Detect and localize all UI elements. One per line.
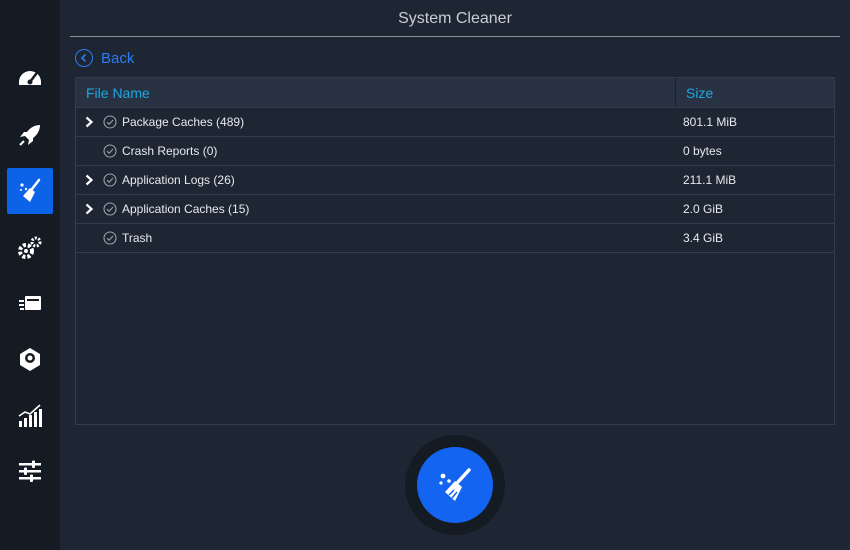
row-name: Trash <box>122 231 153 245</box>
clean-button[interactable] <box>417 447 493 523</box>
file-table: File Name Size Package Caches (489) 801.… <box>75 77 835 425</box>
sidebar-item-uninstaller[interactable] <box>7 336 53 382</box>
row-size: 801.1 MiB <box>683 115 738 129</box>
check-circle-icon[interactable] <box>103 202 117 216</box>
sidebar-item-services[interactable] <box>7 225 53 271</box>
sidebar-item-processes[interactable] <box>7 281 53 327</box>
back-button[interactable]: Back <box>75 47 134 69</box>
startup-rocket-icon <box>19 125 40 146</box>
expand-chevron-icon[interactable] <box>82 115 96 129</box>
column-header-file-name[interactable]: File Name <box>76 78 676 107</box>
sidebar-item-system-cleaner[interactable] <box>7 168 53 214</box>
table-row[interactable]: Crash Reports (0) 0 bytes <box>76 137 834 166</box>
column-header-size[interactable]: Size <box>676 78 834 107</box>
table-row[interactable]: Application Caches (15) 2.0 GiB <box>76 195 834 224</box>
broom-clean-icon <box>439 468 471 501</box>
expand-chevron-icon[interactable] <box>82 173 96 187</box>
page-title: System Cleaner <box>398 10 512 27</box>
sidebar-item-settings[interactable] <box>7 448 53 494</box>
uninstaller-icon <box>20 348 40 371</box>
resources-chart-icon <box>18 404 42 427</box>
check-circle-icon[interactable] <box>103 231 117 245</box>
row-size: 0 bytes <box>683 144 722 158</box>
table-row[interactable]: Trash 3.4 GiB <box>76 224 834 253</box>
processes-icon <box>19 296 41 310</box>
system-cleaner-broom-icon <box>20 178 41 202</box>
sidebar-item-startup[interactable] <box>7 112 53 158</box>
sidebar-item-dashboard[interactable] <box>7 55 53 101</box>
settings-sliders-icon <box>19 460 41 482</box>
check-circle-icon[interactable] <box>103 115 117 129</box>
back-label: Back <box>101 49 135 67</box>
row-name: Application Logs (26) <box>122 173 235 187</box>
row-name: Package Caches (489) <box>122 115 245 129</box>
services-gears-icon <box>18 236 42 259</box>
row-size: 211.1 MiB <box>683 173 737 187</box>
dashboard-gauge-icon <box>19 71 41 85</box>
sidebar-item-resources[interactable] <box>7 393 53 439</box>
table-row[interactable]: Application Logs (26) 211.1 MiB <box>76 166 834 195</box>
sidebar <box>0 0 60 550</box>
table-header: File Name Size <box>76 78 834 108</box>
row-size: 3.4 GiB <box>683 231 724 245</box>
clean-button-ring <box>405 435 505 535</box>
back-arrow-icon <box>75 49 93 67</box>
row-size: 2.0 GiB <box>683 202 724 216</box>
check-circle-icon[interactable] <box>103 144 117 158</box>
table-row[interactable]: Package Caches (489) 801.1 MiB <box>76 108 834 137</box>
check-circle-icon[interactable] <box>103 173 117 187</box>
title-divider <box>70 36 840 37</box>
expand-chevron-icon[interactable] <box>82 202 96 216</box>
row-name: Crash Reports (0) <box>122 144 218 158</box>
row-name: Application Caches (15) <box>122 202 250 216</box>
